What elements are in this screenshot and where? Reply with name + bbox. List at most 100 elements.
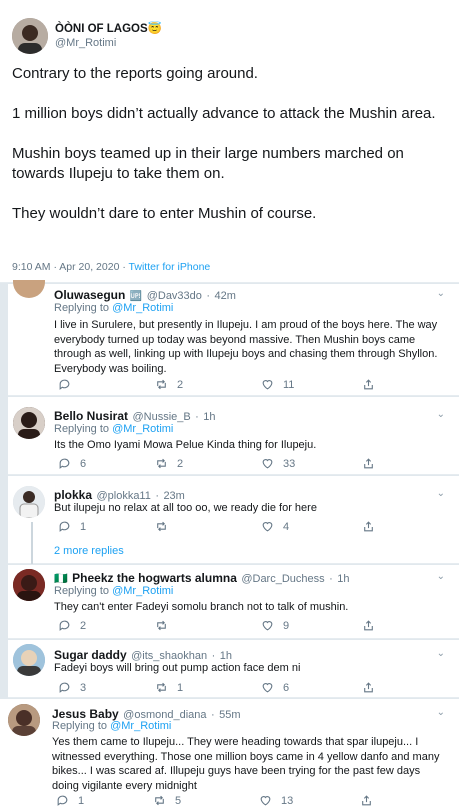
reply-action[interactable]: 6 (58, 457, 86, 470)
reply-action[interactable]: 1 (56, 794, 84, 807)
like-action[interactable]: 33 (261, 457, 295, 470)
tweet-time[interactable]: 9:10 AM · Apr 20, 2020 · (12, 261, 129, 273)
reply-tweet[interactable]: Sugar daddy @its_shaokhan · 1h ⌄ Fadeyi … (8, 640, 459, 698)
reply-handle[interactable]: @Nussie_B (132, 411, 190, 423)
like-action[interactable]: 13 (259, 794, 293, 807)
thread-line (31, 522, 33, 564)
reply-text: They can't enter Fadeyi somolu branch no… (54, 601, 349, 613)
share-action[interactable] (362, 619, 384, 632)
avatar-photo (13, 569, 45, 601)
reply-time[interactable]: 42m (214, 290, 235, 302)
reply-icon (59, 458, 70, 469)
reply-time[interactable]: 1h (203, 411, 215, 423)
reply-handle[interactable]: @Darc_Duchess (241, 573, 324, 585)
reply-tweet[interactable]: Bello Nusirat @Nussie_B · 1h ⌄ Replying … (8, 397, 459, 475)
reply-action[interactable] (58, 378, 80, 391)
share-action[interactable] (362, 681, 384, 694)
paragraph: Contrary to the reports going around. (12, 65, 258, 82)
retweet-icon (157, 379, 166, 390)
heart-icon (262, 621, 273, 631)
avatar[interactable] (13, 280, 45, 298)
reply-icon (59, 620, 70, 631)
retweet-icon (155, 795, 164, 806)
verified-badge-icon: 🆙 (129, 291, 143, 302)
heart-icon (262, 459, 273, 469)
reply-tweet[interactable]: 🇳🇬 Pheekz the hogwarts alumna @Darc_Duch… (8, 565, 459, 639)
reply-icon (59, 682, 70, 693)
main-tweet: ÒÒNI OF LAGOS😇 @Mr_Rotimi Contrary to th… (0, 0, 459, 283)
like-action[interactable]: 6 (261, 681, 289, 694)
retweet-icon (157, 521, 166, 532)
reply-icon (59, 379, 70, 390)
tweet-source[interactable]: Twitter for iPhone (129, 261, 211, 273)
retweet-action[interactable]: 1 (155, 681, 183, 694)
reply-author-name[interactable]: Bello Nusirat (54, 409, 128, 423)
avatar-photo (13, 486, 45, 518)
avatar[interactable] (13, 486, 45, 518)
reply-time[interactable]: 55m (219, 709, 240, 721)
retweet-action[interactable] (155, 619, 177, 632)
avatar-photo (8, 704, 40, 736)
author-name[interactable]: ÒÒNI OF LAGOS😇 (55, 21, 162, 35)
author-avatar[interactable] (12, 18, 48, 54)
replying-to: Replying to @Mr_Rotimi (52, 720, 172, 732)
share-icon (364, 682, 373, 693)
flag-icon: 🇳🇬 (54, 573, 68, 585)
retweet-icon (157, 682, 166, 693)
reply-text: Fadeyi boys will bring out pump action f… (54, 662, 301, 674)
chevron-down-icon[interactable]: ⌄ (437, 288, 445, 299)
reply-author-name[interactable]: Sugar daddy (54, 648, 127, 662)
retweet-icon (157, 458, 166, 469)
chevron-down-icon[interactable]: ⌄ (437, 409, 445, 420)
like-action[interactable]: 4 (261, 520, 289, 533)
reply-action[interactable]: 3 (58, 681, 86, 694)
avatar[interactable] (13, 407, 45, 439)
paragraph: 1 million boys didn’t actually advance t… (12, 105, 436, 122)
share-icon (362, 795, 371, 806)
share-icon (364, 379, 373, 390)
tweet-text: Contrary to the reports going around. 1 … (12, 64, 452, 224)
reply-author-name[interactable]: Oluwasegun (54, 288, 125, 302)
chevron-down-icon[interactable]: ⌄ (437, 488, 445, 499)
reply-author-name[interactable]: Jesus Baby (52, 707, 119, 721)
retweet-action[interactable]: 2 (155, 457, 183, 470)
heart-icon (262, 683, 273, 693)
reply-action[interactable]: 1 (58, 520, 86, 533)
author-handle[interactable]: @Mr_Rotimi (55, 37, 116, 49)
reply-tweet[interactable]: Oluwasegun 🆙 @Dav33do · 42m ⌄ Replying t… (8, 280, 459, 396)
author-photo (12, 18, 48, 54)
share-icon (364, 620, 373, 631)
share-action[interactable] (362, 520, 384, 533)
share-action[interactable] (360, 794, 382, 807)
reply-text: Its the Omo Iyami Mowa Pelue Kinda thing… (54, 439, 317, 451)
retweet-action[interactable] (155, 520, 177, 533)
reply-time[interactable]: 1h (337, 573, 349, 585)
reply-author-name[interactable]: Pheekz the hogwarts alumna (72, 571, 237, 585)
reply-action[interactable]: 2 (58, 619, 86, 632)
like-action[interactable]: 9 (261, 619, 289, 632)
like-action[interactable]: 11 (261, 378, 294, 391)
retweet-action[interactable]: 5 (153, 794, 181, 807)
reply-author-name[interactable]: plokka (54, 488, 92, 502)
chevron-down-icon[interactable]: ⌄ (437, 571, 445, 582)
chevron-down-icon[interactable]: ⌄ (437, 648, 445, 659)
share-action[interactable] (362, 378, 384, 391)
avatar[interactable] (13, 644, 45, 676)
reply-tweet[interactable]: Jesus Baby @osmond_diana · 55m ⌄ Replyin… (0, 699, 459, 809)
paragraph: They wouldn’t dare to enter Mushin of co… (12, 205, 317, 222)
reply-handle[interactable]: @Dav33do (147, 290, 202, 302)
more-replies-link[interactable]: 2 more replies (54, 545, 124, 557)
avatar[interactable] (8, 704, 40, 736)
chevron-down-icon[interactable]: ⌄ (437, 707, 445, 718)
avatar-photo (13, 644, 45, 676)
reply-tweet[interactable]: plokka @plokka11 · 23m ⌄ But ilupeju no … (8, 476, 459, 564)
reply-text: I live in Surulere, but presently in Ilu… (54, 319, 438, 375)
replying-to: Replying to @Mr_Rotimi (54, 585, 174, 597)
paragraph: Mushin boys teamed up in their large num… (12, 145, 404, 182)
share-icon (364, 458, 373, 469)
share-action[interactable] (362, 457, 384, 470)
retweet-action[interactable]: 2 (155, 378, 183, 391)
tweet-meta: 9:10 AM · Apr 20, 2020 · Twitter for iPh… (12, 261, 210, 273)
avatar[interactable] (13, 569, 45, 601)
replying-to: Replying to @Mr_Rotimi (54, 302, 174, 314)
